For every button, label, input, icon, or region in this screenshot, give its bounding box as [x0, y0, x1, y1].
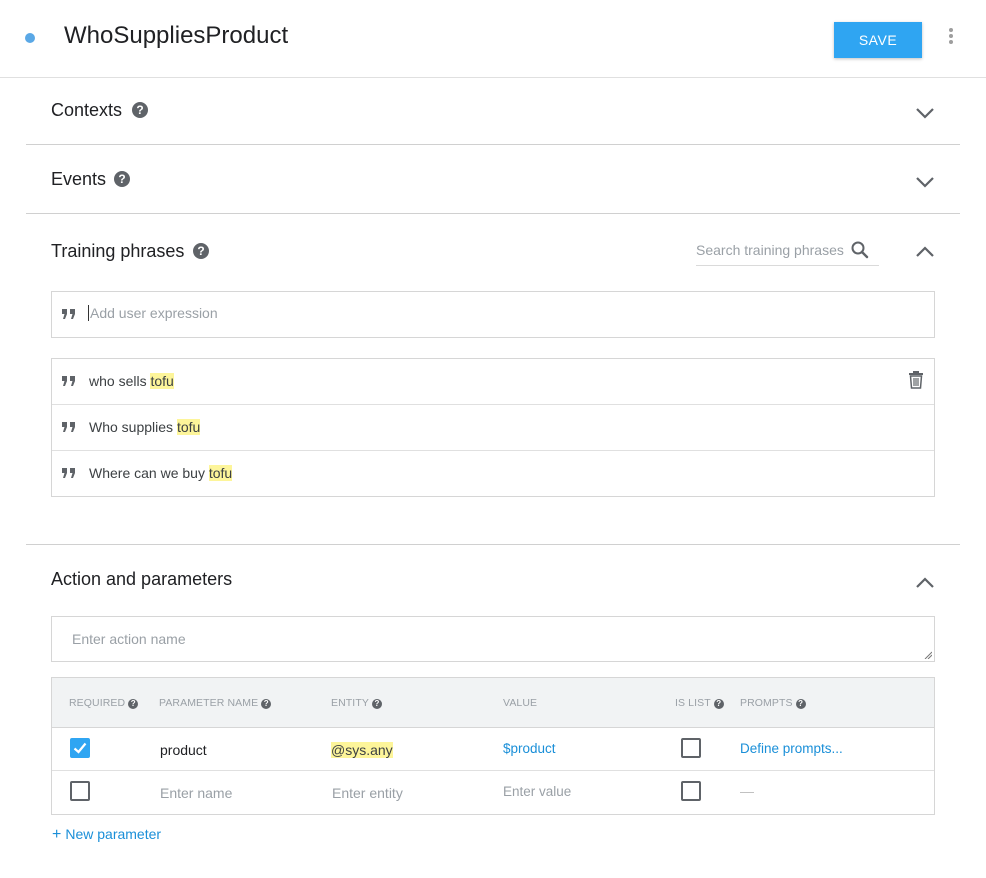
section-title-events[interactable]: Events — [51, 169, 106, 190]
plus-icon: + — [52, 826, 62, 843]
column-label: PROMPTS — [740, 697, 793, 709]
quote-icon — [62, 376, 75, 386]
list-item[interactable]: who sells tofu — [52, 359, 934, 405]
enter-value-field[interactable]: Enter value — [503, 784, 571, 799]
enter-entity-field[interactable]: Enter entity — [332, 785, 403, 801]
add-user-expression-input[interactable] — [88, 305, 868, 321]
parameter-entity[interactable]: @sys.any — [331, 742, 393, 758]
status-dot — [25, 33, 35, 43]
entity-highlight[interactable]: tofu — [150, 373, 174, 389]
divider — [26, 544, 960, 545]
parameter-name[interactable]: product — [160, 742, 207, 758]
quote-icon — [62, 309, 75, 319]
parameter-value[interactable]: $product — [503, 741, 556, 756]
column-label: IS LIST — [675, 697, 711, 709]
help-icon[interactable]: ? — [261, 699, 272, 709]
divider — [26, 144, 960, 145]
chevron-up-icon[interactable] — [915, 245, 935, 259]
search-training-phrases — [696, 238, 879, 266]
action-name-input[interactable] — [72, 631, 872, 647]
table-row: product @sys.any $product Define prompts… — [52, 728, 934, 771]
phrase-text[interactable]: Who supplies tofu — [89, 419, 201, 435]
column-label: ENTITY — [331, 697, 369, 709]
table-row: Enter name Enter entity Enter value — — [52, 771, 934, 814]
column-header-entity: ENTITY? — [331, 697, 382, 709]
list-item[interactable]: Where can we buy tofu — [52, 451, 934, 497]
help-icon[interactable]: ? — [193, 243, 209, 259]
enter-name-field[interactable]: Enter name — [160, 785, 232, 801]
help-icon[interactable]: ? — [795, 699, 806, 709]
list-item[interactable]: Who supplies tofu — [52, 405, 934, 451]
chevron-down-icon[interactable] — [915, 175, 935, 189]
phrase-text-part: Where can we buy — [89, 465, 209, 481]
quote-icon — [62, 468, 75, 478]
phrase-text[interactable]: who sells tofu — [89, 373, 174, 389]
column-header-is-list: IS LIST? — [675, 697, 724, 709]
resize-handle-icon[interactable] — [924, 651, 932, 659]
parameters-table: REQUIRED? PARAMETER NAME? ENTITY? VALUE … — [51, 677, 935, 815]
column-header-required: REQUIRED? — [69, 697, 139, 709]
table-header: REQUIRED? PARAMETER NAME? ENTITY? VALUE … — [52, 678, 934, 728]
help-icon[interactable]: ? — [713, 699, 724, 709]
column-header-parameter-name: PARAMETER NAME? — [159, 697, 272, 709]
is-list-checkbox[interactable] — [681, 781, 701, 801]
required-checkbox[interactable] — [70, 781, 90, 801]
column-header-value: VALUE — [503, 697, 538, 709]
page-header: WhoSuppliesProduct SAVE — [0, 0, 986, 78]
column-label: REQUIRED — [69, 697, 126, 709]
training-phrases-list: who sells tofu Who supplies tofu Where c… — [51, 358, 935, 497]
phrase-text-part: who sells — [89, 373, 151, 389]
trash-icon[interactable] — [908, 371, 924, 389]
entity-highlight[interactable]: tofu — [208, 465, 233, 481]
column-label: PARAMETER NAME — [159, 697, 259, 709]
check-icon — [73, 742, 87, 754]
quote-icon — [62, 422, 75, 432]
define-prompts-link[interactable]: Define prompts... — [740, 741, 843, 756]
section-title-action-parameters[interactable]: Action and parameters — [51, 569, 232, 590]
is-list-checkbox[interactable] — [681, 738, 701, 758]
chevron-up-icon[interactable] — [915, 576, 935, 590]
search-input[interactable] — [696, 242, 846, 258]
help-icon[interactable]: ? — [371, 699, 382, 709]
required-checkbox[interactable] — [70, 738, 90, 758]
section-title-contexts[interactable]: Contexts — [51, 100, 122, 121]
entity-highlight[interactable]: tofu — [176, 419, 201, 435]
phrase-text[interactable]: Where can we buy tofu — [89, 465, 233, 481]
prompts-empty: — — [740, 783, 754, 799]
section-title-training-phrases[interactable]: Training phrases — [51, 241, 184, 262]
save-button[interactable]: SAVE — [834, 22, 922, 58]
help-icon[interactable]: ? — [114, 171, 130, 187]
search-icon[interactable] — [850, 240, 870, 260]
phrase-text-part: Who supplies — [89, 419, 177, 435]
help-icon[interactable]: ? — [128, 699, 139, 709]
more-vert-icon[interactable] — [942, 28, 960, 48]
column-header-prompts: PROMPTS? — [740, 697, 806, 709]
chevron-down-icon[interactable] — [915, 106, 935, 120]
page-title: WhoSuppliesProduct — [64, 22, 289, 49]
new-parameter-button[interactable]: + New parameter — [52, 826, 161, 844]
action-name-box — [51, 616, 935, 662]
add-expression-box — [51, 291, 935, 338]
new-parameter-label: New parameter — [65, 826, 162, 842]
help-icon[interactable]: ? — [132, 102, 148, 118]
divider — [26, 213, 960, 214]
